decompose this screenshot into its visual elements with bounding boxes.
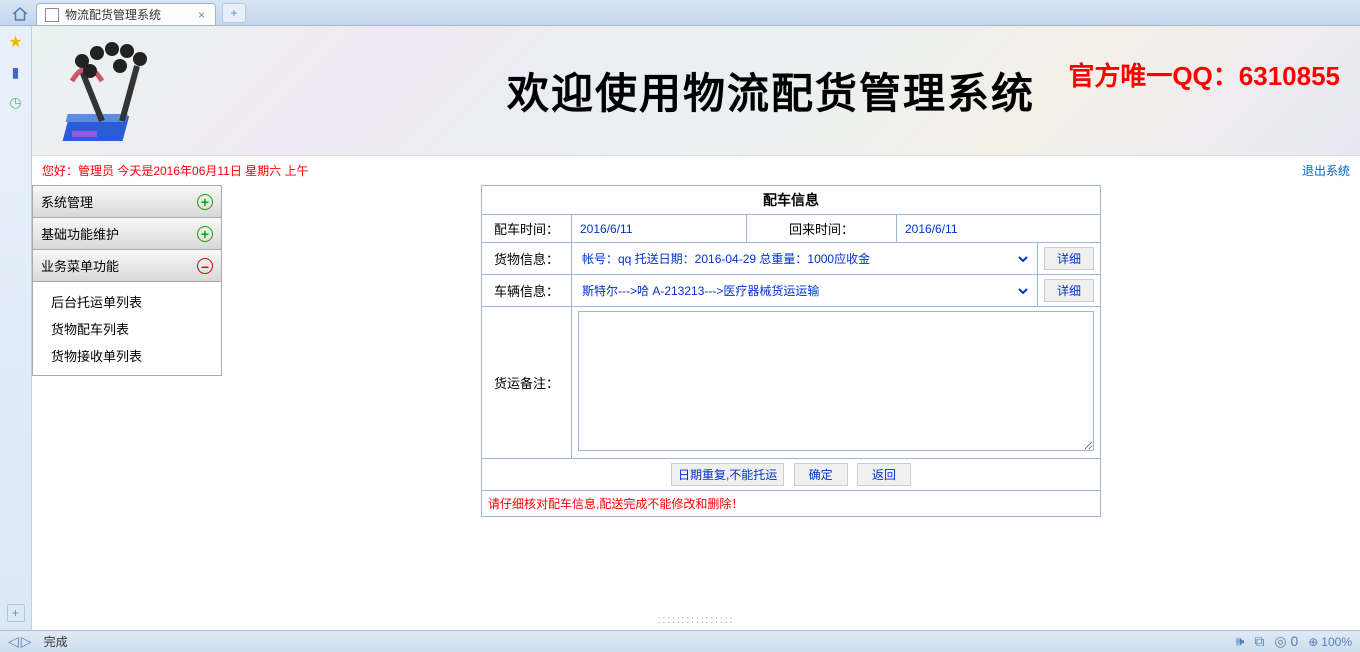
resize-handle[interactable]: :::::::::::::::: bbox=[32, 613, 1360, 628]
submenu-receive-list[interactable]: 货物接收单列表 bbox=[33, 342, 221, 369]
shield-icon[interactable]: ◎ 0 bbox=[1274, 633, 1298, 650]
menu-system[interactable]: 系统管理 + bbox=[32, 185, 222, 218]
button-row: 日期重复,不能托运 确定 返回 bbox=[482, 459, 1101, 491]
submenu-consign-list[interactable]: 后台托运单列表 bbox=[33, 288, 221, 315]
menu-label: 基础功能维护 bbox=[41, 224, 119, 243]
vehicle-info-select[interactable]: 斯特尔--->哈 A-213213--->医疗器械货运运输 bbox=[578, 283, 1031, 299]
confirm-button[interactable]: 确定 bbox=[794, 463, 848, 486]
browser-tab[interactable]: 物流配货管理系统 × bbox=[36, 3, 216, 25]
label-cargo-info: 货物信息： bbox=[482, 243, 572, 275]
tab-title: 物流配货管理系统 bbox=[65, 6, 190, 23]
collapse-icon: – bbox=[197, 258, 213, 274]
info-bar: 您好：管理员 今天是2016年06月11日 星期六 上午 退出系统 bbox=[32, 156, 1360, 185]
label-dispatch-time: 配车时间： bbox=[482, 215, 572, 243]
return-time-input[interactable] bbox=[903, 220, 1094, 238]
form-area: 配车信息 配车时间： 回来时间： 货物信息： 帐号：qq 托送日期：2016-0… bbox=[222, 185, 1360, 517]
browser-tab-bar: 物流配货管理系统 × + bbox=[0, 0, 1360, 26]
browser-sidebar: ★ ▮ ◷ + bbox=[0, 26, 32, 630]
watermark-text: 官方唯一QQ：6310855 bbox=[1068, 56, 1340, 93]
page-icon bbox=[45, 8, 59, 22]
greeting-text: 您好：管理员 今天是2016年06月11日 星期六 上午 bbox=[42, 162, 309, 179]
form-title: 配车信息 bbox=[482, 186, 1101, 215]
banner: 欢迎使用物流配货管理系统 官方唯一QQ：6310855 bbox=[32, 26, 1360, 156]
menu-label: 业务菜单功能 bbox=[41, 256, 119, 275]
submenu-business: 后台托运单列表 货物配车列表 货物接收单列表 bbox=[32, 282, 222, 376]
home-button[interactable] bbox=[8, 3, 32, 25]
nav-back-icon[interactable]: ◁ bbox=[8, 633, 19, 650]
label-return-time: 回来时间： bbox=[747, 215, 897, 243]
status-message: 日期重复,不能托运 bbox=[671, 463, 784, 486]
nav-menu: 系统管理 + 基础功能维护 + 业务菜单功能 – 后台托运单列表 货物配车列表 … bbox=[32, 185, 222, 517]
status-text: 完成 bbox=[44, 633, 68, 650]
new-tab-button[interactable]: + bbox=[222, 3, 246, 23]
expand-icon: + bbox=[197, 226, 213, 242]
history-icon[interactable]: ◷ bbox=[6, 92, 26, 112]
reading-list-icon[interactable]: ▮ bbox=[6, 62, 26, 82]
page-content: 欢迎使用物流配货管理系统 官方唯一QQ：6310855 您好：管理员 今天是20… bbox=[32, 26, 1360, 630]
status-bar: ◁ ▷ 完成 🕪 ⧉ ◎ 0 ⊕ 100% bbox=[0, 630, 1360, 652]
menu-base[interactable]: 基础功能维护 + bbox=[32, 218, 222, 250]
download-icon[interactable]: ⧉ bbox=[1254, 633, 1264, 650]
expand-icon: + bbox=[197, 194, 213, 210]
logo-image bbox=[42, 31, 182, 151]
add-panel-button[interactable]: + bbox=[7, 604, 25, 622]
vehicle-detail-button[interactable]: 详细 bbox=[1044, 279, 1094, 302]
menu-business[interactable]: 业务菜单功能 – bbox=[32, 250, 222, 282]
sound-icon[interactable]: 🕪 bbox=[1236, 633, 1245, 650]
nav-forward-icon[interactable]: ▷ bbox=[21, 633, 32, 650]
zoom-control[interactable]: ⊕ 100% bbox=[1308, 635, 1352, 649]
label-vehicle-info: 车辆信息： bbox=[482, 275, 572, 307]
dispatch-form: 配车信息 配车时间： 回来时间： 货物信息： 帐号：qq 托送日期：2016-0… bbox=[481, 185, 1101, 517]
cargo-info-select[interactable]: 帐号：qq 托送日期：2016-04-29 总重量：1000应收金 bbox=[578, 251, 1031, 267]
cargo-detail-button[interactable]: 详细 bbox=[1044, 247, 1094, 270]
logout-link[interactable]: 退出系统 bbox=[1302, 162, 1350, 179]
label-remark: 货运备注： bbox=[482, 307, 572, 459]
submenu-dispatch-list[interactable]: 货物配车列表 bbox=[33, 315, 221, 342]
warning-text: 请仔细核对配车信息,配送完成不能修改和删除！ bbox=[482, 491, 1101, 517]
back-button[interactable]: 返回 bbox=[857, 463, 911, 486]
dispatch-time-input[interactable] bbox=[578, 220, 740, 238]
close-icon[interactable]: × bbox=[196, 8, 207, 22]
favorites-icon[interactable]: ★ bbox=[6, 32, 26, 52]
remark-textarea[interactable] bbox=[578, 311, 1094, 451]
menu-label: 系统管理 bbox=[41, 192, 93, 211]
